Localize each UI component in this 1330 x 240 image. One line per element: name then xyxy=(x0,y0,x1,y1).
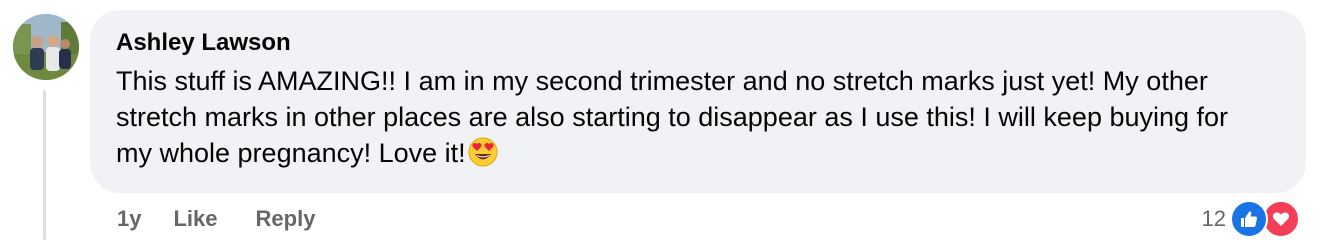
like-button[interactable]: Like xyxy=(173,206,217,232)
thread-line xyxy=(43,90,46,240)
comment-actions: 1y Like Reply xyxy=(117,206,315,232)
comment-body: This stuff is AMAZING!! I am in my secon… xyxy=(116,63,1266,171)
reactions-summary[interactable]: 12 xyxy=(1202,199,1300,239)
reply-button[interactable]: Reply xyxy=(256,206,316,232)
comment-bubble: Ashley Lawson This stuff is AMAZING!! I … xyxy=(90,10,1306,193)
comment-text: This stuff is AMAZING!! I am in my secon… xyxy=(116,66,1229,168)
avatar-photo xyxy=(13,14,79,80)
comment-timestamp[interactable]: 1y xyxy=(117,206,141,232)
avatar[interactable] xyxy=(13,14,79,80)
heart-eyes-emoji-icon xyxy=(468,137,498,167)
like-reaction-icon xyxy=(1230,200,1268,238)
comment-author[interactable]: Ashley Lawson xyxy=(116,29,1280,57)
reaction-count: 12 xyxy=(1201,206,1226,231)
